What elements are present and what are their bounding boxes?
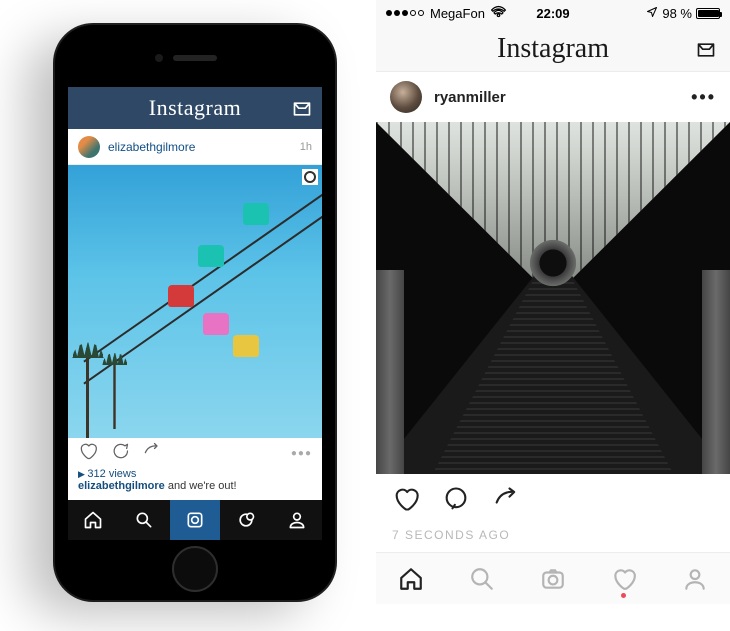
instagram-logo: Instagram (497, 33, 609, 65)
post-author-row[interactable]: ryanmiller ••• (376, 72, 730, 122)
caption-username[interactable]: elizabethgilmore (78, 480, 165, 492)
author-username[interactable]: ryanmiller (434, 89, 506, 106)
phone-mock-old: Instagram elizabethgilmore 1h ●●● 312 vi… (55, 25, 335, 600)
share-icon[interactable] (142, 441, 162, 466)
tab-activity[interactable] (220, 500, 271, 540)
old-tabbar (68, 500, 322, 540)
post-photo[interactable] (68, 165, 322, 438)
tab-search[interactable] (447, 553, 518, 604)
author-username[interactable]: elizabethgilmore (108, 140, 195, 154)
battery-pct: 98 % (662, 6, 692, 21)
comment-icon[interactable] (110, 441, 130, 466)
post-timestamp: 1h (300, 141, 312, 153)
caption-text: and we're out! (165, 480, 237, 492)
tab-home[interactable] (376, 553, 447, 604)
comment-icon[interactable] (442, 485, 470, 518)
more-options-icon[interactable]: ••• (691, 87, 716, 108)
phone-home-button (172, 546, 218, 592)
post-author-row[interactable]: elizabethgilmore 1h (68, 129, 322, 165)
new-ui-screen: MegaFon 22:09 98 % Instagram ryanmiller … (376, 0, 730, 631)
post-photo[interactable] (376, 122, 730, 474)
new-tabbar (376, 552, 730, 604)
tagged-people-icon[interactable] (302, 169, 318, 185)
notification-dot-icon (621, 593, 626, 598)
avatar[interactable] (390, 81, 422, 113)
old-app-header: Instagram (68, 87, 322, 129)
status-bar: MegaFon 22:09 98 % (376, 0, 730, 26)
tab-camera[interactable] (518, 553, 589, 604)
tab-search[interactable] (119, 500, 170, 540)
tab-profile[interactable] (659, 553, 730, 604)
carrier-name: MegaFon (430, 6, 485, 21)
share-icon[interactable] (492, 485, 520, 518)
more-options-icon[interactable]: ●●● (291, 448, 312, 459)
location-icon (646, 6, 658, 21)
phone-camera (155, 54, 163, 62)
like-icon[interactable] (78, 441, 98, 466)
phone-speaker (173, 55, 217, 61)
inbox-icon[interactable] (696, 40, 716, 65)
signal-icon (386, 10, 424, 16)
battery-icon (696, 8, 720, 19)
instagram-logo: Instagram (149, 95, 241, 121)
post-timestamp: 7 SECONDS AGO (376, 528, 730, 550)
tab-camera[interactable] (170, 500, 221, 540)
views-count[interactable]: 312 views (78, 468, 312, 480)
tab-profile[interactable] (271, 500, 322, 540)
tab-activity[interactable] (588, 553, 659, 604)
post-caption: 312 views elizabethgilmore and we're out… (68, 468, 322, 500)
inbox-icon[interactable] (292, 99, 312, 124)
status-time: 22:09 (536, 6, 569, 21)
tab-home[interactable] (68, 500, 119, 540)
old-ui-screen: Instagram elizabethgilmore 1h ●●● 312 vi… (68, 87, 322, 540)
new-app-header: Instagram (376, 26, 730, 72)
like-icon[interactable] (392, 485, 420, 518)
post-actions (376, 474, 730, 528)
avatar[interactable] (78, 136, 100, 158)
wifi-icon (491, 4, 506, 22)
post-actions: ●●● (68, 438, 322, 468)
